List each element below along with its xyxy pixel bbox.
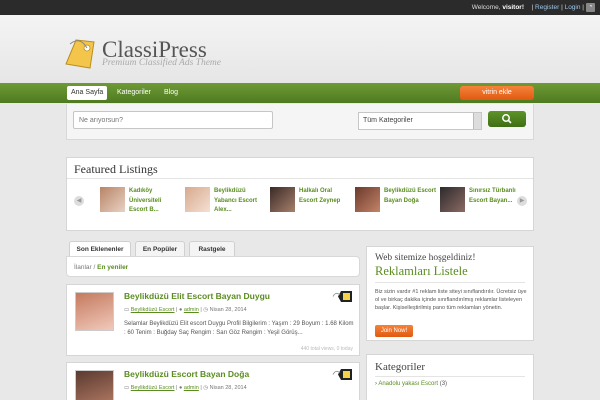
welcome-heading: Web sitemize hoşgeldiniz! xyxy=(375,253,476,263)
welcome-user: visitor! xyxy=(502,4,524,11)
folder-icon: ▭ xyxy=(124,307,130,313)
featured-item[interactable]: Beylikdüzü Yabancı Escort Alex... xyxy=(185,187,267,223)
clock-icon: ◷ xyxy=(203,307,209,313)
listing-card: Beylikdüzü Escort Bayan Doğa ▭ Beylikdüz… xyxy=(66,362,360,400)
main-nav: Ana Sayfa Kategoriler Blog vitrin ekle xyxy=(0,83,600,103)
listing-title[interactable]: Beylikdüzü Escort Bayan Doğa xyxy=(124,369,249,379)
tag-icon xyxy=(332,369,352,380)
nav-item-home[interactable]: Ana Sayfa xyxy=(67,86,108,100)
featured-item[interactable]: Sınırsız Türbanlı Escort Bayan... xyxy=(440,187,522,223)
folder-icon: ▭ xyxy=(124,385,130,391)
listing-meta: ▭ Beylikdüzü Escort | ● admin | ◷ Nisan … xyxy=(124,307,247,313)
listing-views: 440 total views, 0 today xyxy=(300,346,353,352)
listing-description: Selamlar Beylikdüzü Elit escort Duygu Pr… xyxy=(124,321,354,336)
category-item-count: (3) xyxy=(439,381,448,387)
breadcrumb: İlanlar / En yeniler xyxy=(66,256,360,277)
search-input[interactable] xyxy=(73,111,273,129)
featured-item-title[interactable]: Kadıköy Üniversiteli Escort B... xyxy=(129,187,181,216)
featured-thumbnail[interactable] xyxy=(100,187,125,212)
listing-date: Nisan 28, 2014 xyxy=(209,385,247,391)
search-icon xyxy=(502,114,512,124)
post-ad-button[interactable]: vitrin ekle xyxy=(460,86,534,100)
categories-heading: Kategoriler xyxy=(375,361,426,373)
listing-category-link[interactable]: Beylikdüzü Escort xyxy=(131,385,175,391)
listing-title[interactable]: Beylikdüzü Elit Escort Bayan Duygu xyxy=(124,291,270,301)
listing-date: Nisan 28, 2014 xyxy=(209,307,247,313)
search-bar: Tüm Kategoriler xyxy=(66,104,534,140)
welcome-text: Biz sizin vardır #1 reklam liste siteyi … xyxy=(375,289,527,311)
featured-title: Featured Listings xyxy=(74,162,158,176)
account-links: | Register | Login | xyxy=(531,4,584,11)
breadcrumb-current: En yeniler xyxy=(97,264,129,271)
divider xyxy=(375,376,525,377)
listing-author-link[interactable]: admin xyxy=(184,307,199,313)
chevron-right-icon: › xyxy=(375,381,377,387)
categories-widget: Kategoriler › Anadolu yakası Escort (3) xyxy=(366,354,534,400)
featured-thumbnail[interactable] xyxy=(440,187,465,212)
welcome-widget: Web sitemize hoşgeldiniz! Reklamları Lis… xyxy=(366,246,534,341)
divider xyxy=(375,282,525,283)
welcome-subheading: Reklamları Listele xyxy=(375,264,468,278)
featured-thumbnail[interactable] xyxy=(185,187,210,212)
category-item-label[interactable]: Anadolu yakası Escort xyxy=(378,381,438,387)
tab-popular[interactable]: En Popüler xyxy=(135,241,185,256)
tag-icon xyxy=(332,291,352,302)
category-select[interactable]: Tüm Kategoriler xyxy=(358,112,482,130)
featured-item-title[interactable]: Sınırsız Türbanlı Escort Bayan... xyxy=(469,187,521,206)
featured-item[interactable]: Kadıköy Üniversiteli Escort B... xyxy=(100,187,182,223)
featured-item-title[interactable]: Beylikdüzü Yabancı Escort Alex... xyxy=(214,187,266,216)
register-link[interactable]: Register xyxy=(535,4,559,11)
breadcrumb-root[interactable]: İlanlar xyxy=(74,264,92,271)
user-icon: ● xyxy=(178,385,183,391)
welcome-message: Welcome, visitor! xyxy=(471,4,524,11)
featured-item[interactable]: Halkalı Oral Escort Zeynep xyxy=(270,187,352,223)
featured-thumbnail[interactable] xyxy=(270,187,295,212)
tab-latest[interactable]: Son Eklenenler xyxy=(69,241,131,256)
join-now-button[interactable]: Join Now! xyxy=(375,325,413,337)
listing-meta: ▭ Beylikdüzü Escort | ● admin | ◷ Nisan … xyxy=(124,385,247,391)
listing-author-link[interactable]: admin xyxy=(184,385,199,391)
divider xyxy=(67,178,533,179)
category-select-value: Tüm Kategoriler xyxy=(363,117,413,124)
featured-thumbnail[interactable] xyxy=(355,187,380,212)
category-item[interactable]: › Anadolu yakası Escort (3) xyxy=(375,381,447,387)
listing-tabs: Son Eklenenler En Popüler Rastgele xyxy=(66,241,360,256)
rss-icon[interactable]: ◔ xyxy=(586,3,595,12)
featured-item-title[interactable]: Beylikdüzü Escort Bayan Doğa xyxy=(384,187,436,206)
featured-listings: Featured Listings ◀ ▶ Kadıköy Üniversite… xyxy=(66,157,534,231)
nav-item-categories[interactable]: Kategoriler xyxy=(113,86,155,100)
site-header: ClassiPress Premium Classified Ads Theme xyxy=(0,15,600,83)
search-button[interactable] xyxy=(488,111,526,127)
top-bar: Welcome, visitor! | Register | Login | ◔ xyxy=(0,0,600,15)
site-tagline: Premium Classified Ads Theme xyxy=(102,58,222,68)
listing-photo[interactable] xyxy=(75,292,114,331)
listing-photo[interactable] xyxy=(75,370,114,400)
clock-icon: ◷ xyxy=(203,385,209,391)
listing-card: Beylikdüzü Elit Escort Bayan Duygu ▭ Bey… xyxy=(66,284,360,356)
login-link[interactable]: Login xyxy=(565,4,581,11)
featured-item-title[interactable]: Halkalı Oral Escort Zeynep xyxy=(299,187,351,206)
user-icon: ● xyxy=(178,307,183,313)
listing-category-link[interactable]: Beylikdüzü Escort xyxy=(131,307,175,313)
nav-item-blog[interactable]: Blog xyxy=(160,86,182,100)
tab-random[interactable]: Rastgele xyxy=(189,241,235,256)
price-tag-icon xyxy=(65,39,95,69)
prev-arrow-icon[interactable]: ◀ xyxy=(74,196,84,206)
featured-item[interactable]: Beylikdüzü Escort Bayan Doğa xyxy=(355,187,437,223)
chevron-down-icon xyxy=(473,113,481,129)
